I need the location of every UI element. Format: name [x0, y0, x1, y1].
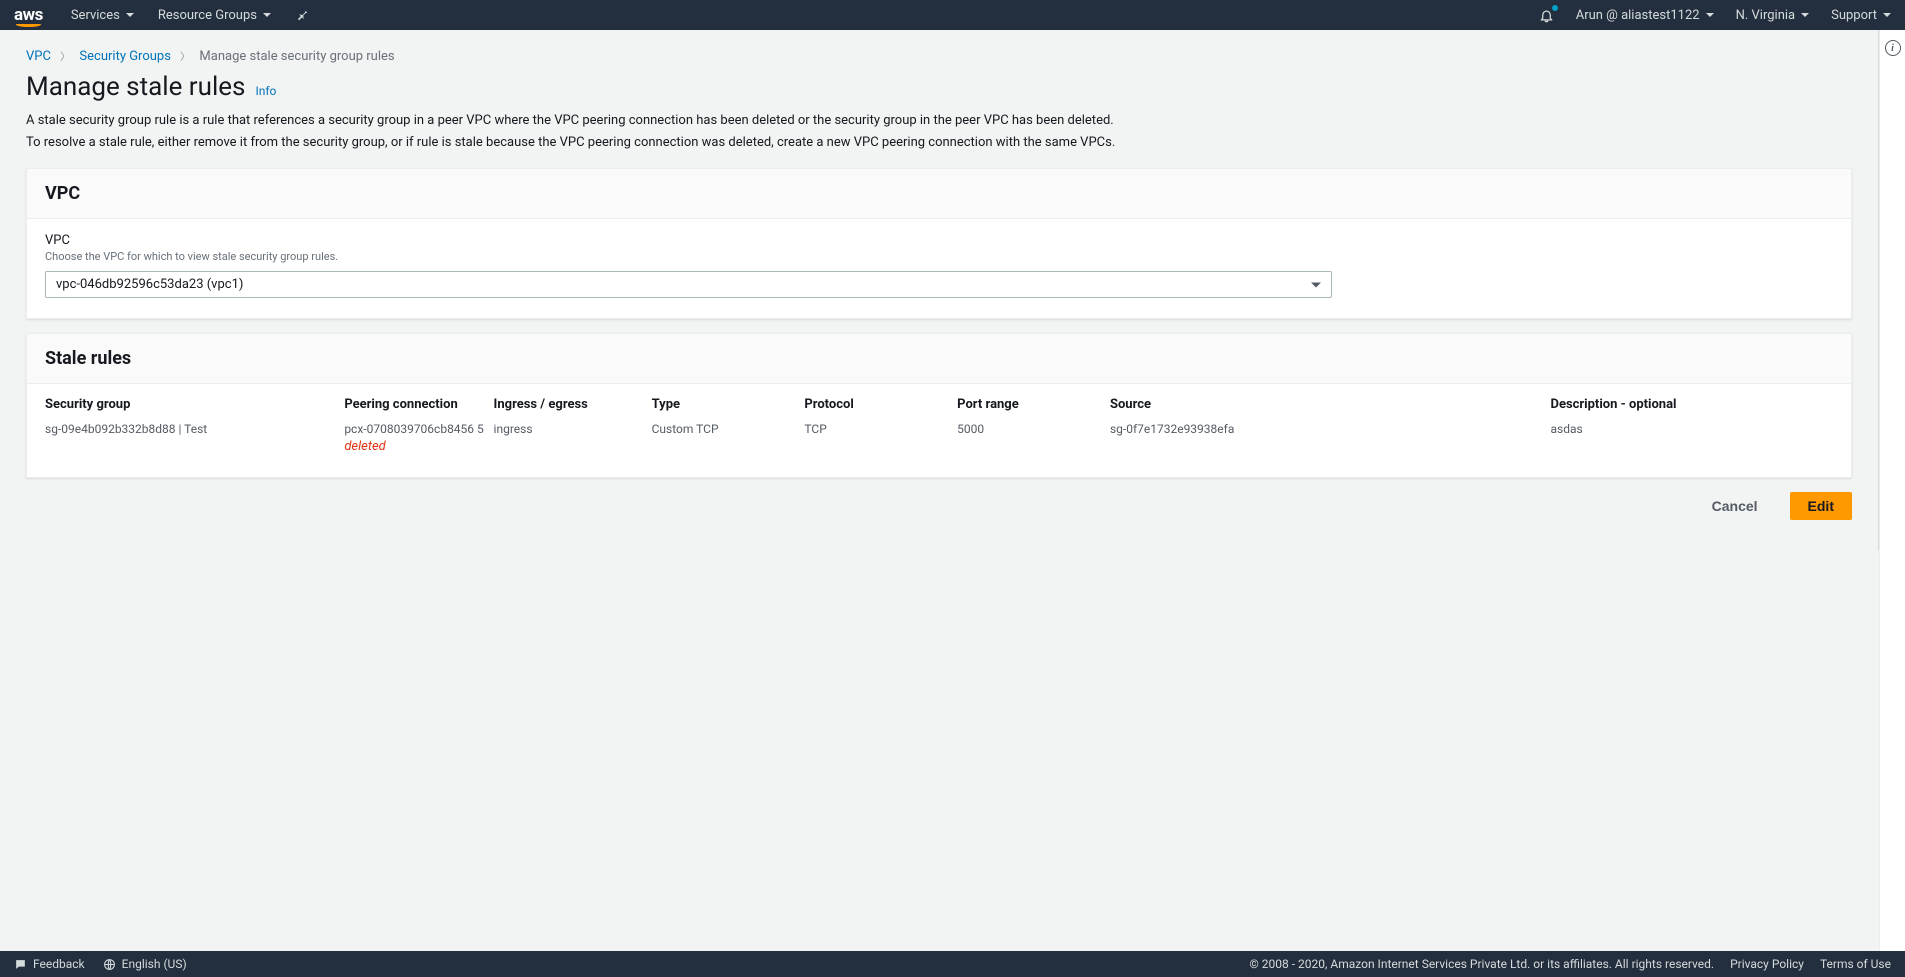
chevron-right-icon: 〉 — [60, 52, 70, 63]
breadcrumb-vpc[interactable]: VPC — [26, 49, 51, 64]
breadcrumb: VPC 〉 Security Groups 〉 Manage stale sec… — [0, 30, 1878, 64]
col-description: Description - optional — [1551, 396, 1833, 421]
caret-down-icon — [126, 13, 134, 17]
footer: Feedback English (US) © 2008 - 2020, Ama… — [0, 951, 1905, 977]
terms-of-use-link[interactable]: Terms of Use — [1820, 957, 1891, 971]
globe-icon — [103, 958, 116, 971]
caret-down-icon — [1706, 13, 1714, 17]
cell-port-range: 5000 — [957, 421, 1102, 457]
feedback-label: Feedback — [33, 957, 85, 971]
support-menu[interactable]: Support — [1831, 8, 1891, 23]
cell-security-group: sg-09e4b092b332b8d88 | Test — [45, 421, 336, 457]
breadcrumb-current: Manage stale security group rules — [199, 49, 394, 64]
caret-down-icon — [1883, 13, 1891, 17]
col-protocol: Protocol — [804, 396, 949, 421]
vpc-panel: VPC VPC Choose the VPC for which to view… — [26, 168, 1852, 319]
vpc-field-hint: Choose the VPC for which to view stale s… — [45, 250, 1833, 263]
language-label: English (US) — [122, 957, 187, 971]
cancel-button[interactable]: Cancel — [1694, 492, 1776, 520]
stale-rules-body: Security group Peering connection Ingres… — [27, 384, 1851, 477]
description-line-2: To resolve a stale rule, either remove i… — [26, 132, 1852, 154]
privacy-policy-link[interactable]: Privacy Policy — [1730, 957, 1804, 971]
footer-left: Feedback English (US) — [14, 957, 187, 971]
pin-icon — [295, 8, 309, 22]
cell-protocol: TCP — [804, 421, 949, 457]
services-label: Services — [71, 8, 120, 23]
region-label: N. Virginia — [1736, 8, 1796, 23]
info-link[interactable]: Info — [255, 84, 276, 98]
caret-down-icon — [1801, 13, 1809, 17]
copyright-text: © 2008 - 2020, Amazon Internet Services … — [1249, 957, 1714, 971]
chevron-right-icon: 〉 — [180, 52, 190, 63]
pin-shortcut[interactable] — [295, 8, 309, 22]
col-source: Source — [1110, 396, 1543, 421]
footer-right: © 2008 - 2020, Amazon Internet Services … — [1249, 957, 1891, 971]
cell-source: sg-0f7e1732e93938efa — [1110, 421, 1543, 457]
aws-logo[interactable]: aws — [14, 5, 43, 25]
topbar-left: Services Resource Groups — [71, 8, 309, 23]
cell-peering-status: deleted — [344, 438, 485, 457]
cell-description: asdas — [1551, 421, 1833, 457]
stale-rules-panel: Stale rules Security group Peering conne… — [26, 333, 1852, 478]
stale-rules-header: Stale rules — [27, 334, 1851, 384]
cell-type: Custom TCP — [652, 421, 797, 457]
support-label: Support — [1831, 8, 1877, 23]
info-icon: i — [1885, 40, 1901, 56]
description-line-1: A stale security group rule is a rule th… — [26, 110, 1852, 132]
vpc-panel-body: VPC Choose the VPC for which to view sta… — [27, 219, 1851, 318]
caret-down-icon — [263, 13, 271, 17]
cell-peering-id: pcx-0708039706cb8456 5 — [344, 421, 485, 438]
services-menu[interactable]: Services — [71, 8, 134, 23]
table-header-row: Security group Peering connection Ingres… — [45, 396, 1833, 421]
region-menu[interactable]: N. Virginia — [1736, 8, 1810, 23]
breadcrumb-security-groups[interactable]: Security Groups — [79, 49, 171, 64]
notifications-button[interactable] — [1539, 8, 1554, 23]
edit-button[interactable]: Edit — [1790, 492, 1852, 520]
help-panel-collapsed: i — [1879, 30, 1905, 951]
topbar: aws Services Resource Groups Arun @ alia… — [0, 0, 1905, 30]
help-panel-toggle[interactable]: i — [1880, 40, 1905, 56]
vpc-select-value: vpc-046db92596c53da23 (vpc1) — [56, 277, 243, 292]
topbar-right: Arun @ aliastest1122 N. Virginia Support — [1539, 8, 1891, 23]
speech-bubble-icon — [14, 958, 27, 971]
col-security-group: Security group — [45, 396, 336, 421]
action-buttons: Cancel Edit — [26, 492, 1852, 520]
page-heading: Manage stale rules Info — [0, 64, 1878, 110]
caret-down-icon — [1311, 282, 1321, 287]
language-selector[interactable]: English (US) — [103, 957, 187, 971]
col-ingress-egress: Ingress / egress — [494, 396, 644, 421]
table-row: sg-09e4b092b332b8d88 | Test pcx-07080397… — [45, 421, 1833, 457]
account-menu[interactable]: Arun @ aliastest1122 — [1576, 8, 1714, 23]
page-title: Manage stale rules — [26, 72, 245, 102]
bell-icon — [1539, 8, 1554, 23]
resource-groups-label: Resource Groups — [158, 8, 257, 23]
feedback-link[interactable]: Feedback — [14, 957, 85, 971]
account-label: Arun @ aliastest1122 — [1576, 8, 1700, 23]
content-area: VPC 〉 Security Groups 〉 Manage stale sec… — [0, 30, 1905, 951]
vpc-select[interactable]: vpc-046db92596c53da23 (vpc1) — [45, 271, 1332, 298]
cell-peering: pcx-0708039706cb8456 5 deleted — [344, 421, 485, 457]
page-description: A stale security group rule is a rule th… — [0, 110, 1878, 154]
col-type: Type — [652, 396, 797, 421]
content-inner: VPC 〉 Security Groups 〉 Manage stale sec… — [0, 30, 1879, 550]
cell-ingress-egress: ingress — [494, 421, 644, 457]
col-peering: Peering connection — [344, 396, 485, 421]
vpc-panel-header: VPC — [27, 169, 1851, 219]
col-port-range: Port range — [957, 396, 1102, 421]
notification-dot-icon — [1552, 5, 1558, 11]
resource-groups-menu[interactable]: Resource Groups — [158, 8, 271, 23]
vpc-field-label: VPC — [45, 233, 1833, 248]
